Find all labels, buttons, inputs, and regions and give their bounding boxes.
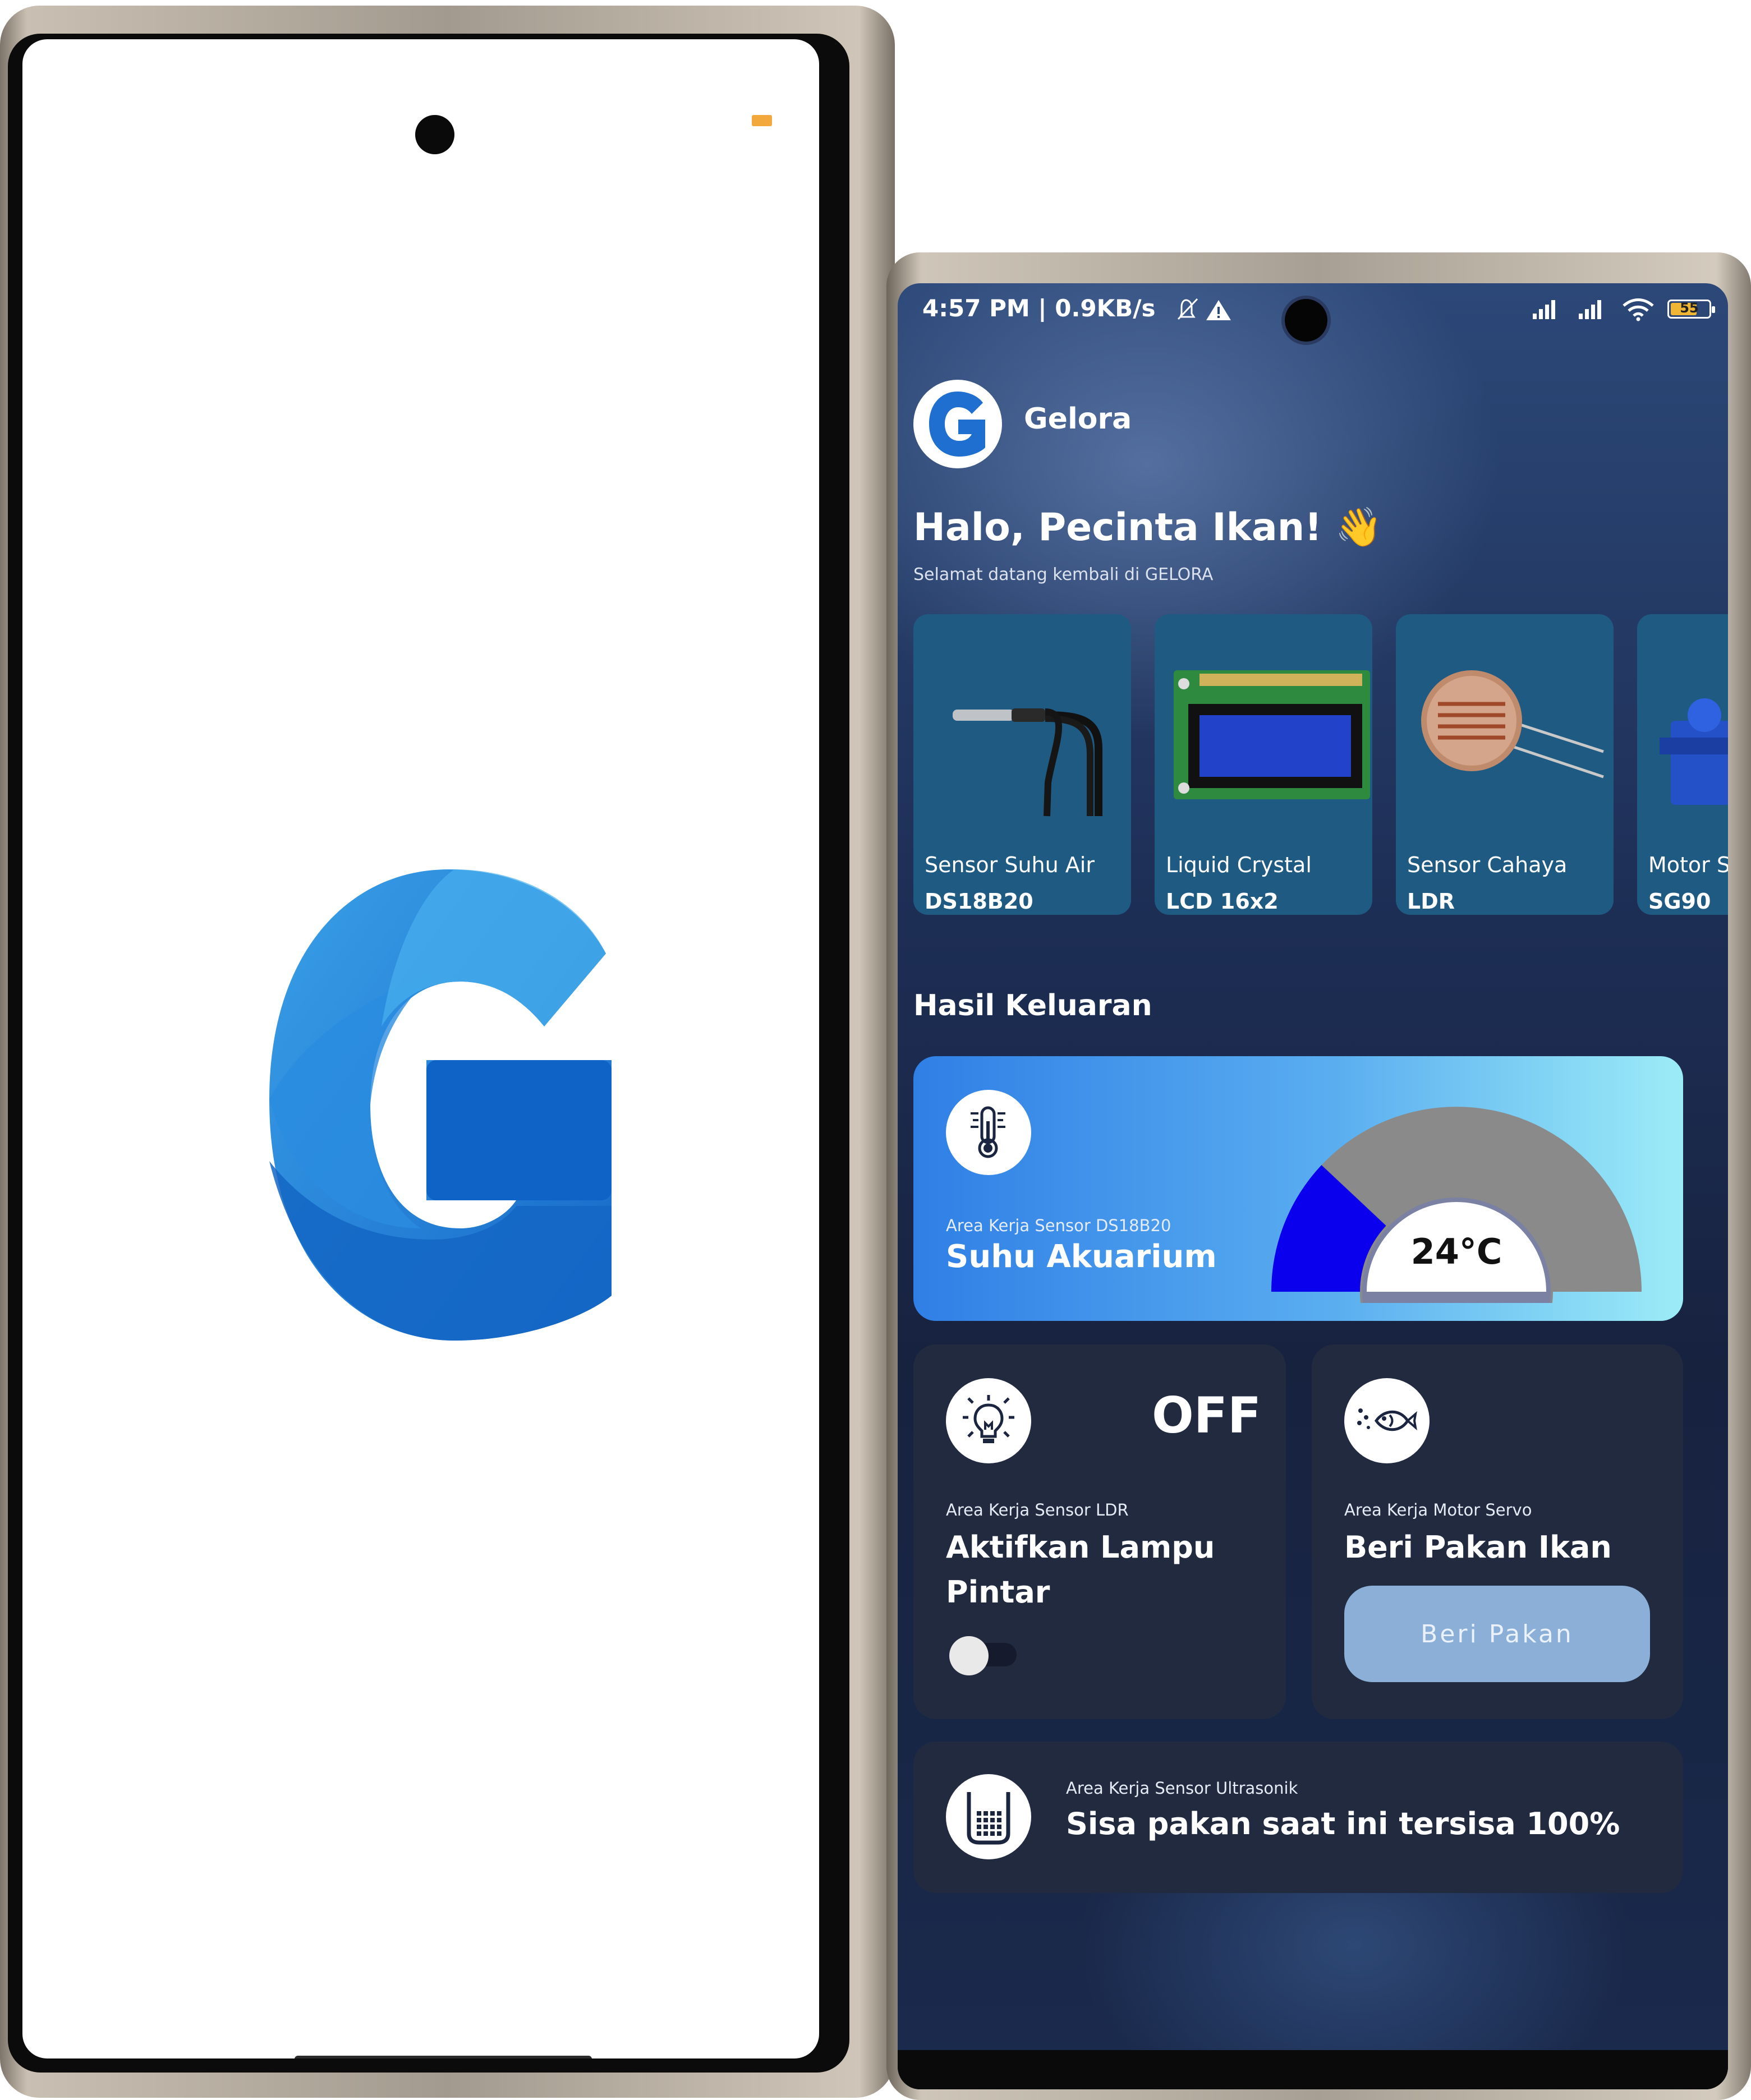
wifi-icon	[1623, 298, 1654, 321]
sensor-card-ds18b20[interactable]: Sensor Suhu Air DS18B20	[913, 614, 1131, 915]
app-name: Gelora	[1024, 402, 1132, 436]
feed-container-icon	[946, 1774, 1031, 1859]
splash-screen	[22, 39, 819, 2058]
battery-level: 55	[1680, 300, 1699, 316]
signal-icon	[1533, 300, 1555, 319]
greeting-subtitle: Selamat datang kembali di GELORA	[913, 565, 1214, 584]
front-camera	[415, 115, 454, 154]
status-right-icons: 55	[1529, 297, 1715, 321]
app-screen: 4:57 PM | 0.9KB/s 55 Gelora Halo, Pecint…	[898, 283, 1728, 2089]
lamp-card-title-line1: Aktifkan Lampu	[946, 1530, 1215, 1565]
sensor-name: Liquid Crystal	[1166, 853, 1312, 877]
battery-icon	[752, 115, 772, 126]
lamp-card: OFF Area Kerja Sensor LDR Aktifkan Lampu…	[913, 1344, 1286, 1719]
feed-remaining-text: Sisa pakan saat ini tersisa 100%	[1066, 1806, 1620, 1841]
output-section-title: Hasil Keluaran	[913, 989, 1152, 1023]
thermometer-icon	[946, 1090, 1031, 1175]
sensor-model: SG90	[1648, 889, 1711, 914]
feed-area-label: Area Kerja Motor Servo	[1344, 1500, 1532, 1519]
screen-bottom-edge	[898, 2050, 1728, 2089]
feed-card: Area Kerja Motor Servo Beri Pakan Ikan B…	[1312, 1344, 1683, 1719]
ultrasonic-area-label: Area Kerja Sensor Ultrasonik	[1066, 1779, 1298, 1798]
status-notification-icons	[1175, 297, 1237, 327]
feed-button[interactable]: Beri Pakan	[1344, 1586, 1650, 1682]
front-camera	[1285, 299, 1327, 342]
feed-card-title: Beri Pakan Ikan	[1344, 1530, 1612, 1565]
splash-logo-icon	[269, 869, 617, 1343]
ultrasonic-card: Area Kerja Sensor Ultrasonik Sisa pakan …	[913, 1742, 1683, 1893]
temperature-card: Area Kerja Sensor DS18B20 Suhu Akuarium …	[913, 1056, 1683, 1321]
fish-icon	[1344, 1378, 1430, 1463]
sensor-card-servo[interactable]: Motor Servo SG90	[1637, 614, 1728, 915]
sensor-name: Sensor Cahaya	[1407, 853, 1568, 877]
sensor-name: Sensor Suhu Air	[925, 853, 1095, 877]
servo-motor-icon	[1660, 698, 1728, 805]
home-indicator[interactable]	[295, 2056, 592, 2058]
lcd-module-icon	[1174, 670, 1370, 799]
sensor-carousel[interactable]: Sensor Suhu Air DS18B20 Liquid Crystal L…	[913, 614, 1728, 917]
signal-icon-2	[1579, 300, 1601, 319]
lamp-card-title-line2: Pintar	[946, 1574, 1050, 1610]
sensor-card-lcd[interactable]: Liquid Crystal LCD 16x2	[1155, 614, 1372, 915]
temperature-gauge: 24°C	[1271, 1107, 1642, 1303]
greeting-title: Halo, Pecinta Ikan! 👋	[913, 505, 1383, 550]
lightbulb-icon	[946, 1378, 1031, 1463]
temperature-area-label: Area Kerja Sensor DS18B20	[946, 1216, 1171, 1235]
lamp-state: OFF	[1152, 1387, 1262, 1444]
app-logo-icon[interactable]	[913, 380, 1002, 468]
sensor-card-ldr[interactable]: Sensor Cahaya LDR	[1396, 614, 1614, 915]
status-time: 4:57 PM | 0.9KB/s	[922, 294, 1156, 322]
temperature-value: 24°C	[1411, 1231, 1502, 1272]
sensor-name: Motor Servo	[1648, 853, 1728, 877]
temperature-probe-icon	[953, 708, 1102, 817]
lamp-area-label: Area Kerja Sensor LDR	[946, 1500, 1129, 1519]
sensor-model: LDR	[1407, 889, 1455, 914]
lamp-toggle[interactable]	[946, 1636, 1019, 1675]
sensor-model: LCD 16x2	[1166, 889, 1279, 914]
sensor-model: DS18B20	[925, 889, 1033, 914]
ldr-sensor-icon	[1421, 670, 1604, 779]
battery-icon: 55	[1667, 300, 1715, 319]
temperature-card-title: Suhu Akuarium	[946, 1238, 1217, 1275]
